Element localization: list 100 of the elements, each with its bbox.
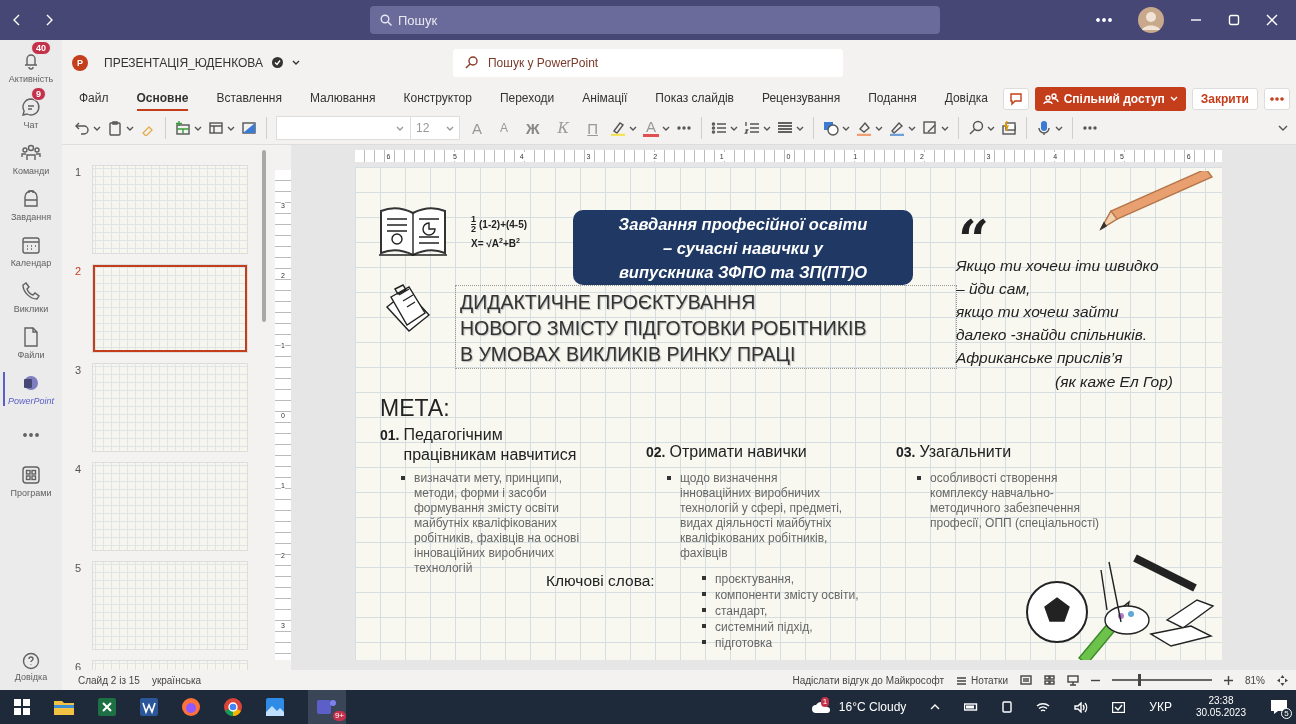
caret-icon[interactable]	[763, 125, 771, 131]
ribbon-tab[interactable]: Вставлення	[216, 86, 282, 111]
rail-item[interactable]: Виклики	[0, 274, 62, 320]
browser-globe-icon[interactable]	[224, 698, 242, 716]
format-shape-icon[interactable]	[241, 120, 257, 136]
caret-icon[interactable]	[875, 125, 883, 131]
caret-icon[interactable]	[291, 60, 300, 65]
new-slide-icon[interactable]	[175, 120, 191, 136]
ribbon-tab[interactable]: Подання	[868, 86, 917, 111]
ribbon-tab[interactable]: Конструктор	[403, 86, 472, 111]
rail-item[interactable]: Файли	[0, 320, 62, 366]
microphone-icon[interactable]	[1036, 120, 1052, 136]
caret-icon[interactable]	[662, 125, 670, 131]
chevron-up-icon[interactable]	[930, 704, 941, 710]
avatar-icon[interactable]	[1138, 7, 1164, 33]
numbering-icon[interactable]	[744, 120, 760, 136]
slide-thumbnail[interactable]	[93, 265, 247, 352]
notification-center-icon[interactable]	[1270, 699, 1288, 715]
ribbon-tab[interactable]: Переходи	[499, 86, 555, 111]
sorter-view-icon[interactable]	[1044, 675, 1055, 685]
caret-icon[interactable]	[987, 125, 995, 131]
chat-app-icon[interactable]	[317, 698, 337, 716]
caret-icon[interactable]	[1055, 125, 1063, 131]
clock-time[interactable]: 23:38	[1208, 695, 1234, 707]
close-button[interactable]: Закрити	[1191, 87, 1258, 110]
caret-icon[interactable]	[629, 125, 637, 131]
ribbon-tab[interactable]: Файл	[79, 86, 109, 111]
zoom-percent[interactable]: 81%	[1245, 674, 1265, 686]
photos-app-icon[interactable]	[266, 698, 284, 716]
caret-icon[interactable]	[796, 125, 804, 131]
rail-item[interactable]: Довідка	[0, 644, 62, 690]
more-button[interactable]	[1264, 87, 1290, 110]
weather-text[interactable]: 16°C Cloudy	[838, 700, 907, 714]
slide-thumbnail[interactable]	[93, 562, 247, 649]
ribbon-tab[interactable]: Рецензування	[761, 86, 841, 111]
designer-icon[interactable]	[1001, 120, 1017, 136]
rail-item[interactable]: 40 Активність	[0, 44, 62, 90]
ribbon-tab[interactable]: Довідка	[944, 86, 988, 111]
rail-item[interactable]: Команди	[0, 136, 62, 182]
caret-icon[interactable]	[194, 125, 202, 131]
caret-icon[interactable]	[730, 125, 738, 131]
ribbon-tab[interactable]: Малювання	[310, 86, 376, 111]
caret-icon[interactable]	[93, 125, 101, 131]
keyboard-icon[interactable]	[1112, 701, 1126, 713]
expand-icon[interactable]	[1278, 125, 1288, 131]
slide-thumbnail[interactable]	[93, 364, 247, 451]
notes-button[interactable]: Нотатки	[956, 674, 1008, 686]
shapes-icon[interactable]	[823, 120, 839, 136]
rail-item[interactable]: Завдання	[0, 182, 62, 228]
clock-date[interactable]: 30.05.2023	[1195, 707, 1246, 719]
wifi-icon[interactable]	[1036, 701, 1051, 713]
forward-icon[interactable]	[44, 13, 54, 27]
caret-icon[interactable]	[842, 125, 850, 131]
align-icon[interactable]	[777, 120, 793, 136]
more-icon[interactable]	[23, 433, 39, 437]
file-name[interactable]: ПРЕЗЕНТАЦІЯ_ЮДЕНКОВА	[104, 55, 263, 70]
caret-icon[interactable]	[941, 125, 949, 131]
slide-thumbnail[interactable]	[93, 166, 247, 253]
find-icon[interactable]	[968, 120, 984, 136]
fit-slide-icon[interactable]	[1277, 674, 1288, 686]
speaker-icon[interactable]	[1074, 701, 1089, 713]
tablet-icon[interactable]	[1002, 701, 1013, 713]
folder-icon[interactable]	[54, 699, 74, 715]
presenter-view-icon[interactable]	[1067, 674, 1079, 686]
bullets-icon[interactable]	[711, 120, 727, 136]
effects-icon[interactable]	[922, 120, 938, 136]
highlighter-icon[interactable]	[610, 120, 626, 136]
maximize-icon[interactable]	[1228, 14, 1240, 26]
font-name-field[interactable]	[276, 116, 411, 140]
keyboard-language[interactable]: УКР	[1149, 700, 1172, 714]
outline-icon[interactable]	[889, 120, 905, 136]
clipboard-icon[interactable]	[107, 120, 123, 136]
back-icon[interactable]	[12, 13, 22, 27]
browser-fox-icon[interactable]	[182, 698, 200, 716]
rail-item[interactable]: 9 Чат	[0, 90, 62, 136]
share-button[interactable]: Спільний доступ	[1034, 86, 1186, 111]
caret-icon[interactable]	[227, 125, 235, 131]
caret-icon[interactable]	[126, 125, 134, 131]
scrollbar-thumb[interactable]	[262, 150, 266, 322]
undo-icon[interactable]	[74, 120, 90, 136]
search-field[interactable]: Пошук у PowerPoint	[452, 48, 843, 77]
more-icon[interactable]	[1096, 18, 1112, 22]
caret-icon[interactable]	[908, 125, 916, 131]
fill-icon[interactable]	[856, 120, 872, 136]
zoom-in-icon[interactable]	[1224, 675, 1233, 685]
ribbon-tab[interactable]: Анімації	[582, 86, 628, 111]
rail-item[interactable]: Програми	[0, 458, 62, 504]
battery-icon[interactable]	[964, 703, 979, 711]
feedback-link[interactable]: Надіслати відгук до Майкрософт	[792, 674, 945, 686]
ribbon-tab[interactable]: Показ слайдів	[655, 86, 734, 111]
windows-logo-icon[interactable]	[14, 699, 30, 715]
rail-item[interactable]: PowerPoint	[0, 366, 62, 412]
slide-thumbnail[interactable]	[93, 463, 247, 550]
document-app-icon[interactable]	[140, 698, 158, 716]
close-icon[interactable]	[1266, 14, 1278, 26]
rail-item[interactable]: Календар	[0, 228, 62, 274]
language-label[interactable]: українська	[151, 674, 202, 686]
comment-button[interactable]	[1002, 87, 1029, 110]
layout-icon[interactable]	[208, 120, 224, 136]
normal-view-icon[interactable]	[1020, 675, 1032, 685]
